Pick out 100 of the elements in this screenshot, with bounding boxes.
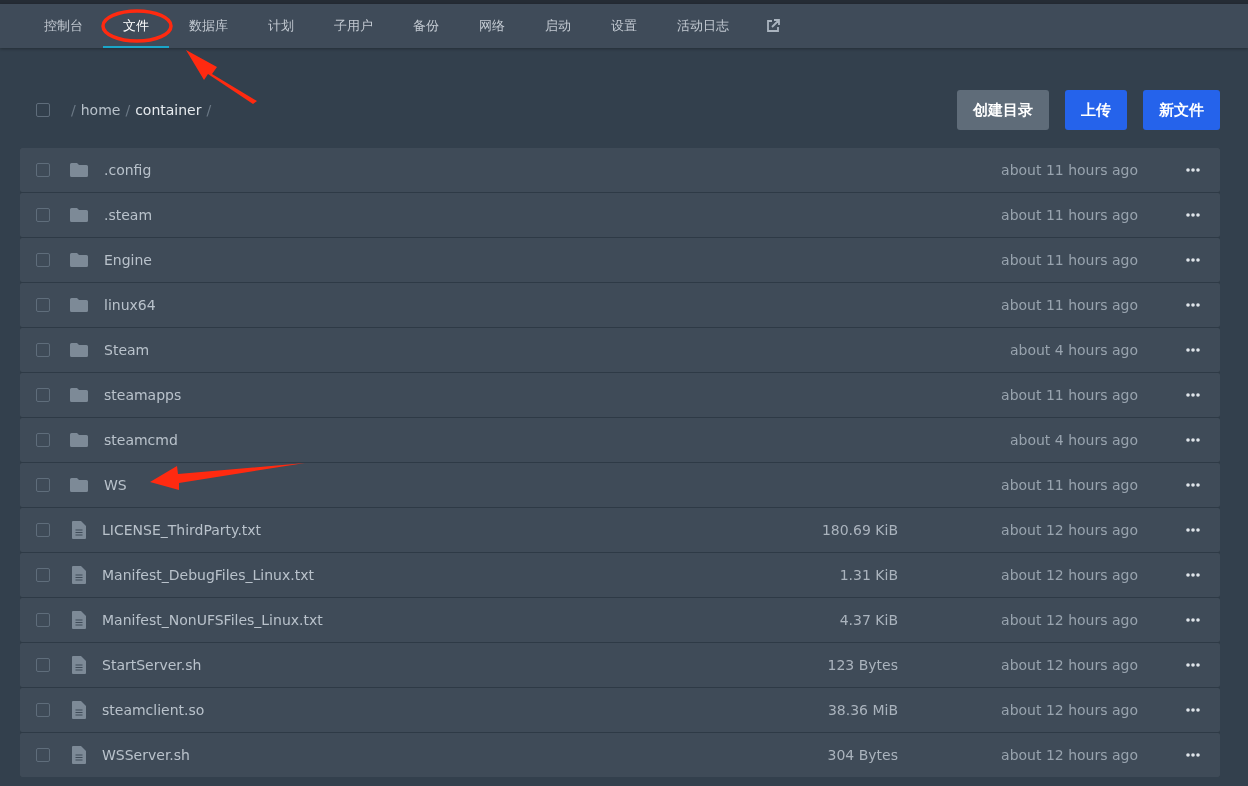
- more-options-icon[interactable]: [1186, 303, 1200, 307]
- external-link-icon[interactable]: [766, 19, 780, 33]
- file-name: WS: [104, 477, 127, 493]
- file-row[interactable]: WS about 11 hours ago: [20, 463, 1220, 507]
- nav-tab[interactable]: 活动日志: [657, 4, 749, 48]
- more-options-icon[interactable]: [1186, 438, 1200, 442]
- file-name: .config: [104, 162, 152, 178]
- folder-icon: [70, 298, 88, 312]
- path-separator: /: [206, 102, 212, 118]
- nav-tab[interactable]: 计划: [248, 4, 314, 48]
- more-options-icon[interactable]: [1186, 753, 1200, 757]
- more-options-icon[interactable]: [1186, 708, 1200, 712]
- file-name: steamapps: [104, 387, 182, 403]
- nav-tab[interactable]: 网络: [459, 4, 525, 48]
- document-icon: [72, 611, 86, 629]
- more-options-icon[interactable]: [1186, 528, 1200, 532]
- file-name: Steam: [104, 342, 150, 358]
- file-size: 304 Bytes: [827, 747, 898, 763]
- file-name: Manifest_NonUFSFiles_Linux.txt: [102, 612, 323, 628]
- modified-time: about 12 hours ago: [1000, 612, 1138, 628]
- nav-tab[interactable]: 子用户: [314, 4, 393, 48]
- more-options-icon[interactable]: [1186, 213, 1200, 217]
- modified-time: about 11 hours ago: [1000, 207, 1138, 223]
- file-row[interactable]: Engine about 11 hours ago: [20, 238, 1220, 282]
- file-name: steamcmd: [104, 432, 178, 448]
- file-name: .steam: [104, 207, 153, 223]
- modified-time: about 12 hours ago: [1000, 747, 1138, 763]
- more-options-icon[interactable]: [1186, 663, 1200, 667]
- row-checkbox[interactable]: [36, 523, 50, 537]
- file-size: 4.37 KiB: [839, 612, 898, 628]
- row-checkbox[interactable]: [36, 433, 50, 447]
- row-checkbox[interactable]: [36, 613, 50, 627]
- file-row[interactable]: .config about 11 hours ago: [20, 148, 1220, 192]
- folder-icon: [70, 208, 88, 222]
- row-checkbox[interactable]: [36, 163, 50, 177]
- more-options-icon[interactable]: [1186, 168, 1200, 172]
- file-row[interactable]: Steam about 4 hours ago: [20, 328, 1220, 372]
- file-name: Engine: [104, 252, 152, 268]
- nav-tab[interactable]: 备份: [393, 4, 459, 48]
- row-checkbox[interactable]: [36, 658, 50, 672]
- file-name: StartServer.sh: [102, 657, 202, 673]
- folder-icon: [70, 433, 88, 447]
- modified-time: about 11 hours ago: [1000, 477, 1138, 493]
- file-size: 180.69 KiB: [821, 522, 898, 538]
- row-checkbox[interactable]: [36, 748, 50, 762]
- file-size: 123 Bytes: [827, 657, 898, 673]
- path-separator: /: [125, 102, 131, 118]
- document-icon: [72, 521, 86, 539]
- action-button[interactable]: 新文件: [1143, 90, 1220, 130]
- modified-time: about 12 hours ago: [1000, 567, 1138, 583]
- row-checkbox[interactable]: [36, 343, 50, 357]
- file-row[interactable]: WSServer.sh 304 Bytes about 12 hours ago: [20, 733, 1220, 777]
- action-button[interactable]: 上传: [1065, 90, 1127, 130]
- file-row[interactable]: .steam about 11 hours ago: [20, 193, 1220, 237]
- modified-time: about 11 hours ago: [1000, 252, 1138, 268]
- file-size: 38.36 MiB: [827, 702, 898, 718]
- row-checkbox[interactable]: [36, 208, 50, 222]
- document-icon: [72, 701, 86, 719]
- breadcrumb-link[interactable]: container: [135, 102, 202, 118]
- file-size: 1.31 KiB: [839, 567, 898, 583]
- modified-time: about 11 hours ago: [1000, 387, 1138, 403]
- file-row[interactable]: steamcmd about 4 hours ago: [20, 418, 1220, 462]
- file-row[interactable]: StartServer.sh 123 Bytes about 12 hours ago: [20, 643, 1220, 687]
- row-checkbox[interactable]: [36, 253, 50, 267]
- file-row[interactable]: Manifest_NonUFSFiles_Linux.txt 4.37 KiB about 12 hours ago: [20, 598, 1220, 642]
- file-name: linux64: [104, 297, 156, 313]
- select-all-checkbox[interactable]: [36, 103, 50, 117]
- row-checkbox[interactable]: [36, 478, 50, 492]
- nav-tab[interactable]: 设置: [591, 4, 657, 48]
- annotation-circle: [101, 9, 173, 43]
- file-name: LICENSE_ThirdParty.txt: [102, 522, 262, 538]
- file-row[interactable]: LICENSE_ThirdParty.txt 180.69 KiB about 12 hours ago: [20, 508, 1220, 552]
- modified-time: about 12 hours ago: [1000, 657, 1138, 673]
- file-row[interactable]: steamapps about 11 hours ago: [20, 373, 1220, 417]
- nav-tab[interactable]: 数据库: [169, 4, 248, 48]
- nav-tab[interactable]: 控制台: [24, 4, 103, 48]
- more-options-icon[interactable]: [1186, 348, 1200, 352]
- more-options-icon[interactable]: [1186, 393, 1200, 397]
- more-options-icon[interactable]: [1186, 483, 1200, 487]
- folder-icon: [70, 388, 88, 402]
- file-row[interactable]: steamclient.so 38.36 MiB about 12 hours ago: [20, 688, 1220, 732]
- nav-tab[interactable]: 文件: [103, 4, 169, 48]
- row-checkbox[interactable]: [36, 298, 50, 312]
- row-checkbox[interactable]: [36, 568, 50, 582]
- more-options-icon[interactable]: [1186, 573, 1200, 577]
- more-options-icon[interactable]: [1186, 618, 1200, 622]
- folder-icon: [70, 343, 88, 357]
- breadcrumb-link[interactable]: home: [80, 102, 121, 118]
- nav-tab[interactable]: 启动: [525, 4, 591, 48]
- file-name: steamclient.so: [102, 702, 205, 718]
- folder-icon: [70, 163, 88, 177]
- document-icon: [72, 746, 86, 764]
- action-button[interactable]: 创建目录: [957, 90, 1049, 130]
- modified-time: about 12 hours ago: [1000, 522, 1138, 538]
- file-row[interactable]: Manifest_DebugFiles_Linux.txt 1.31 KiB about 12 hours ago: [20, 553, 1220, 597]
- row-checkbox[interactable]: [36, 703, 50, 717]
- more-options-icon[interactable]: [1186, 258, 1200, 262]
- row-checkbox[interactable]: [36, 388, 50, 402]
- document-icon: [72, 566, 86, 584]
- file-row[interactable]: linux64 about 11 hours ago: [20, 283, 1220, 327]
